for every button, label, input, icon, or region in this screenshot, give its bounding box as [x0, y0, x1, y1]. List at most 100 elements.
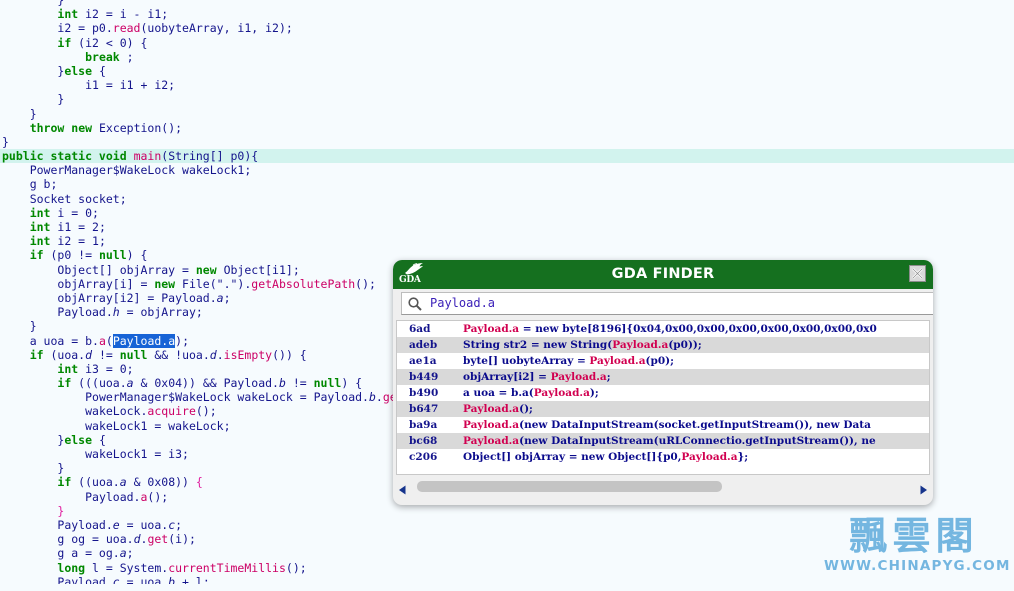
code-line[interactable]: if (i2 < 0) {: [0, 36, 1014, 50]
result-row[interactable]: b490 a uoa = b.a(Payload.a);: [397, 385, 929, 401]
code-token: getAbsolutePath: [251, 276, 356, 291]
close-icon[interactable]: [909, 265, 926, 282]
code-line[interactable]: }: [0, 107, 1014, 121]
code-token: null: [98, 248, 127, 263]
code-token: .: [216, 347, 224, 362]
code-line[interactable]: }else {: [0, 64, 1014, 78]
code-line[interactable]: PowerManager$WakeLock wakeLock1;: [0, 163, 1014, 177]
code-token: null: [119, 347, 148, 362]
code-line[interactable]: int i2 = i - i1;: [0, 7, 1014, 21]
results-horizontal-scrollbar[interactable]: [396, 478, 930, 496]
search-row: Search: [393, 291, 933, 318]
code-token: ();: [147, 489, 169, 504]
code-token: {: [92, 63, 106, 78]
gda-finder-dialog[interactable]: GDA GDA FINDER Payload.a 6ad Payload.a =…: [393, 260, 933, 505]
code-line[interactable]: }: [0, 135, 1014, 149]
code-token: ();: [195, 404, 217, 419]
code-selection: Payload.a: [112, 333, 176, 348]
code-line[interactable]: public static void main(String[] p0){: [0, 149, 1014, 164]
result-match: Payload.a: [550, 371, 607, 383]
result-row[interactable]: b647 Payload.a();: [397, 401, 929, 417]
code-token: a: [119, 475, 127, 490]
code-token: d: [85, 347, 93, 362]
code-token: a: [98, 333, 106, 348]
code-token: new: [71, 120, 93, 135]
result-address: ba9a: [409, 419, 438, 431]
code-token: public static void: [2, 149, 134, 164]
code-token: ) {: [126, 248, 148, 263]
code-token: wakeLock1 = wakeLock;: [85, 418, 231, 433]
code-line[interactable]: break ;: [0, 50, 1014, 64]
code-token: b: [278, 376, 286, 391]
code-token: {: [195, 475, 203, 490]
code-token: g b;: [29, 177, 58, 192]
code-token: a: [119, 546, 127, 561]
result-row[interactable]: ae1a byte[] uobyteArray = Payload.a(p0);: [397, 353, 929, 369]
result-match: Payload.a: [463, 403, 520, 415]
result-row[interactable]: c206 Object[] objArray = new Object[]{p0,…: [397, 449, 929, 465]
code-token: = uoa.: [119, 574, 169, 584]
code-token: }: [57, 92, 65, 107]
code-line[interactable]: Payload.e = uoa.c;: [0, 518, 1014, 532]
result-match: Payload.a: [589, 355, 646, 367]
result-row[interactable]: adeb String str2 = new String(Payload.a(p…: [397, 337, 929, 353]
code-token: {: [92, 432, 106, 447]
scroll-left-arrow-icon[interactable]: [397, 481, 409, 495]
code-token: wakeLock.: [85, 404, 148, 419]
result-row[interactable]: ba9a Payload.a(new DataInputStream(socket…: [397, 417, 929, 433]
code-token: (((uoa.: [71, 376, 127, 391]
code-token: if: [29, 347, 44, 362]
scrollbar-thumb[interactable]: [417, 481, 722, 492]
scroll-right-arrow-icon[interactable]: [917, 481, 929, 495]
code-token: ((uoa.: [71, 475, 120, 490]
code-line[interactable]: throw new Exception();: [0, 121, 1014, 135]
result-match: Payload.a: [463, 323, 520, 335]
code-token: Socket socket;: [29, 191, 127, 206]
code-token: ) {: [341, 376, 363, 391]
code-line[interactable]: int i1 = 2;: [0, 220, 1014, 234]
code-token: int: [57, 361, 79, 376]
search-results-list[interactable]: 6ad Payload.a = new byte[8196]{0x04,0x00,…: [396, 320, 930, 475]
code-token: i1 = 2;: [50, 220, 106, 234]
scrollbar-track[interactable]: [412, 481, 914, 492]
code-token: & 0x04)) && Payload.: [133, 376, 279, 391]
code-line[interactable]: i1 = i1 + i2;: [0, 78, 1014, 92]
code-line[interactable]: g b;: [0, 177, 1014, 191]
code-line[interactable]: }: [0, 0, 1014, 7]
code-token: int: [29, 205, 51, 220]
code-token: (uobyteArray, i1, i2);: [140, 21, 293, 36]
result-row[interactable]: 6ad Payload.a = new byte[8196]{0x04,0x00,…: [397, 321, 929, 337]
code-token: l = System.: [85, 560, 169, 575]
search-field-wrapper[interactable]: [401, 292, 933, 315]
dialog-title-bar[interactable]: GDA GDA FINDER: [393, 260, 933, 289]
code-line[interactable]: Payload.c = uoa.b + l;: [0, 575, 1014, 584]
code-line[interactable]: int i2 = 1;: [0, 234, 1014, 248]
result-code: String str2 = new String(Payload.a(p0));: [463, 339, 702, 351]
code-line[interactable]: int i = 0;: [0, 206, 1014, 220]
code-line[interactable]: Socket socket;: [0, 192, 1014, 206]
code-line[interactable]: i2 = p0.read(uobyteArray, i1, i2);: [0, 21, 1014, 35]
result-address: b490: [409, 387, 439, 399]
result-row[interactable]: bc68 Payload.a(new DataInputStream(uRLCon…: [397, 433, 929, 449]
code-token: & 0x08)): [126, 475, 196, 490]
code-line[interactable]: long l = System.currentTimeMillis();: [0, 561, 1014, 575]
code-line[interactable]: }: [0, 504, 1014, 518]
search-input[interactable]: [428, 293, 933, 314]
code-token: throw: [29, 120, 65, 135]
code-line[interactable]: g a = og.a;: [0, 546, 1014, 560]
code-line[interactable]: g og = uoa.d.get(i);: [0, 532, 1014, 546]
result-row[interactable]: b449 objArray[i2] = Payload.a;: [397, 369, 929, 385]
result-address: b449: [409, 371, 439, 383]
code-token: }: [57, 503, 65, 518]
result-address: ae1a: [409, 355, 437, 367]
code-token: (i);: [168, 532, 196, 547]
code-line[interactable]: }: [0, 92, 1014, 106]
